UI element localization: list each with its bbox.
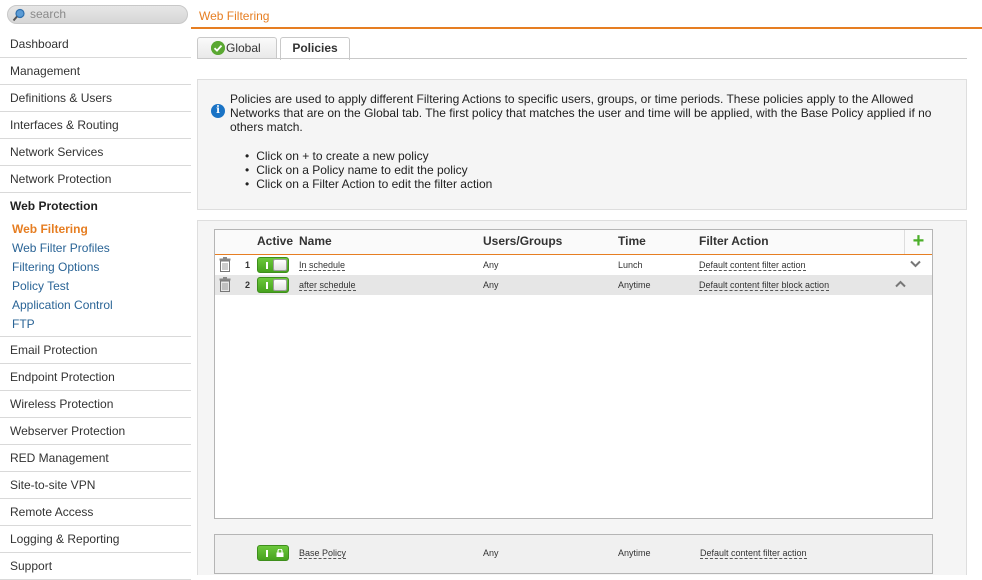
sidebar-item-email-protection[interactable]: Email Protection xyxy=(0,337,191,364)
col-users-groups: Users/Groups xyxy=(483,234,563,248)
sidebar-subitem-ftp[interactable]: FTP xyxy=(0,315,191,334)
sidebar-subitem-web-filter-profiles[interactable]: Web Filter Profiles xyxy=(0,239,191,258)
policy-time: Anytime xyxy=(618,280,651,290)
sidebar-item-definitions-users[interactable]: Definitions & Users xyxy=(0,85,191,112)
info-bullet: Click on a Policy name to edit the polic… xyxy=(245,163,492,177)
sidebar: search Dashboard Management Definitions … xyxy=(0,0,191,580)
search-placeholder: search xyxy=(30,7,67,21)
tab-global[interactable]: Global xyxy=(197,37,277,59)
info-bullet: Click on + to create a new policy xyxy=(245,149,492,163)
web-protection-submenu: Web Filtering Web Filter Profiles Filter… xyxy=(0,220,191,337)
base-policy-name-link[interactable]: Base Policy xyxy=(299,548,347,559)
col-active: Active xyxy=(257,234,294,248)
chevron-up-icon[interactable] xyxy=(895,280,906,288)
page-title: Web Filtering xyxy=(199,9,270,23)
sidebar-item-dashboard[interactable]: Dashboard xyxy=(0,31,191,58)
filter-action-link[interactable]: Default content filter block action xyxy=(699,280,830,291)
active-toggle[interactable] xyxy=(257,277,289,293)
info-bullets: Click on + to create a new policy Click … xyxy=(245,149,492,191)
col-time: Time xyxy=(618,234,646,248)
sidebar-section-web-protection[interactable]: Web Protection xyxy=(0,193,191,220)
sidebar-nav: Dashboard Management Definitions & Users… xyxy=(0,31,191,580)
base-policy-toggle xyxy=(257,545,289,561)
base-policy-row: Base Policy Any Anytime Default content … xyxy=(214,534,933,574)
policy-users: Any xyxy=(483,280,499,290)
sidebar-item-wireless-protection[interactable]: Wireless Protection xyxy=(0,391,191,418)
plus-icon: + xyxy=(912,230,925,252)
sidebar-subitem-filtering-options[interactable]: Filtering Options xyxy=(0,258,191,277)
search-input[interactable]: search xyxy=(7,5,188,24)
filter-action-link[interactable]: Default content filter action xyxy=(699,260,806,271)
lock-icon xyxy=(276,549,284,557)
base-policy-filter-action-link[interactable]: Default content filter action xyxy=(700,548,807,559)
add-policy-button[interactable]: + xyxy=(904,230,932,254)
policy-users: Any xyxy=(483,260,499,270)
tab-global-label: Global xyxy=(226,41,261,55)
policy-number: 2 xyxy=(245,280,251,290)
info-box: i Policies are used to apply different F… xyxy=(197,79,967,210)
sidebar-item-interfaces-routing[interactable]: Interfaces & Routing xyxy=(0,112,191,139)
policy-table: Active Name Users/Groups Time Filter Act… xyxy=(214,229,933,519)
search-icon xyxy=(12,8,25,22)
sidebar-item-support[interactable]: Support xyxy=(0,553,191,580)
sidebar-item-network-protection[interactable]: Network Protection xyxy=(0,166,191,193)
policy-number: 1 xyxy=(245,260,251,270)
info-icon: i xyxy=(211,104,225,118)
base-policy-time: Anytime xyxy=(618,548,651,558)
table-row: 1 In schedule Any Lunch Default content … xyxy=(215,255,932,275)
chevron-down-icon[interactable] xyxy=(910,260,921,268)
policy-name-link[interactable]: after schedule xyxy=(299,280,356,291)
table-row: 2 after schedule Any Anytime Default con… xyxy=(215,275,932,295)
col-name: Name xyxy=(299,234,332,248)
info-text: Policies are used to apply different Fil… xyxy=(230,92,932,134)
sidebar-item-remote-access[interactable]: Remote Access xyxy=(0,499,191,526)
sidebar-item-webserver-protection[interactable]: Webserver Protection xyxy=(0,418,191,445)
trash-icon[interactable] xyxy=(219,257,231,272)
sidebar-subitem-web-filtering[interactable]: Web Filtering xyxy=(0,220,191,239)
sidebar-item-red-management[interactable]: RED Management xyxy=(0,445,191,472)
table-header: Active Name Users/Groups Time Filter Act… xyxy=(215,230,932,256)
sidebar-subitem-application-control[interactable]: Application Control xyxy=(0,296,191,315)
col-filter-action: Filter Action xyxy=(699,234,769,248)
base-policy-users: Any xyxy=(483,548,499,558)
policy-name-link[interactable]: In schedule xyxy=(299,260,346,271)
sidebar-item-network-services[interactable]: Network Services xyxy=(0,139,191,166)
sidebar-item-site-to-site-vpn[interactable]: Site-to-site VPN xyxy=(0,472,191,499)
trash-icon[interactable] xyxy=(219,277,231,292)
sidebar-subitem-policy-test[interactable]: Policy Test xyxy=(0,277,191,296)
sidebar-item-management[interactable]: Management xyxy=(0,58,191,85)
tab-divider xyxy=(197,58,967,59)
page-header: Web Filtering xyxy=(191,0,982,29)
policy-time: Lunch xyxy=(618,260,643,270)
sidebar-item-endpoint-protection[interactable]: Endpoint Protection xyxy=(0,364,191,391)
check-icon xyxy=(211,41,225,55)
sidebar-item-logging-reporting[interactable]: Logging & Reporting xyxy=(0,526,191,553)
tab-policies[interactable]: Policies xyxy=(280,37,350,60)
info-bullet: Click on a Filter Action to edit the fil… xyxy=(245,177,492,191)
active-toggle[interactable] xyxy=(257,257,289,273)
